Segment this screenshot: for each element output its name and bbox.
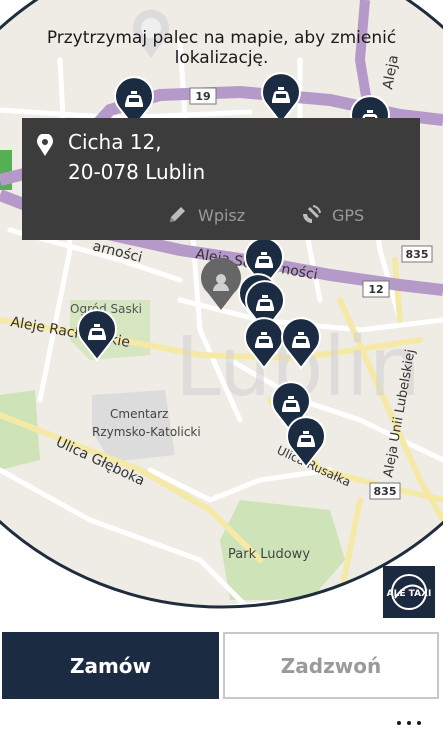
road-badge-835-top: 835 xyxy=(401,245,433,263)
app-screen: Lublin Aleja arności Aleja Solidarności … xyxy=(0,0,443,738)
location-pin-icon xyxy=(37,134,53,156)
map-canvas[interactable]: Lublin Aleja arności Aleja Solidarności … xyxy=(0,0,443,738)
address-city: 20-078 Lublin xyxy=(68,160,206,184)
wpisz-button[interactable]: Wpisz xyxy=(166,202,245,228)
call-button[interactable]: Zadzwoń xyxy=(223,632,439,699)
road-badge-835-bottom: 835 xyxy=(369,482,401,500)
map-label-park-ludowy: Park Ludowy xyxy=(228,547,310,562)
svg-text:19: 19 xyxy=(195,90,210,103)
location-card: Cicha 12, 20-078 Lublin Wpisz GPS xyxy=(22,118,420,240)
logo-text: ALE TAXI xyxy=(387,589,432,599)
order-button[interactable]: Zamów xyxy=(2,632,219,699)
gps-button[interactable]: GPS xyxy=(300,202,364,228)
map-label-rzymsko-katolicki: Rzymsko-Katolicki xyxy=(92,425,201,439)
wpisz-label: Wpisz xyxy=(198,205,246,225)
road-badge-19: 19 xyxy=(189,87,217,105)
address-street: Cicha 12, xyxy=(68,130,162,154)
svg-text:835: 835 xyxy=(374,485,397,498)
gps-label: GPS xyxy=(332,205,365,225)
map-label-cmentarz: Cmentarz xyxy=(110,407,168,421)
ale-taxi-logo-icon: ALE TAXI xyxy=(387,574,432,610)
ale-taxi-logo: ALE TAXI xyxy=(383,566,435,618)
road-badge-12: 12 xyxy=(362,280,390,298)
map-view[interactable]: Lublin Aleja arności Aleja Solidarności … xyxy=(0,0,443,738)
more-options-icon[interactable] xyxy=(393,712,425,732)
pencil-icon xyxy=(170,207,185,222)
svg-text:835: 835 xyxy=(406,248,429,261)
svg-text:12: 12 xyxy=(368,283,383,296)
instruction-text: Przytrzymaj palec na mapie, aby zmienić … xyxy=(46,28,397,68)
gps-satellite-icon xyxy=(303,205,321,223)
